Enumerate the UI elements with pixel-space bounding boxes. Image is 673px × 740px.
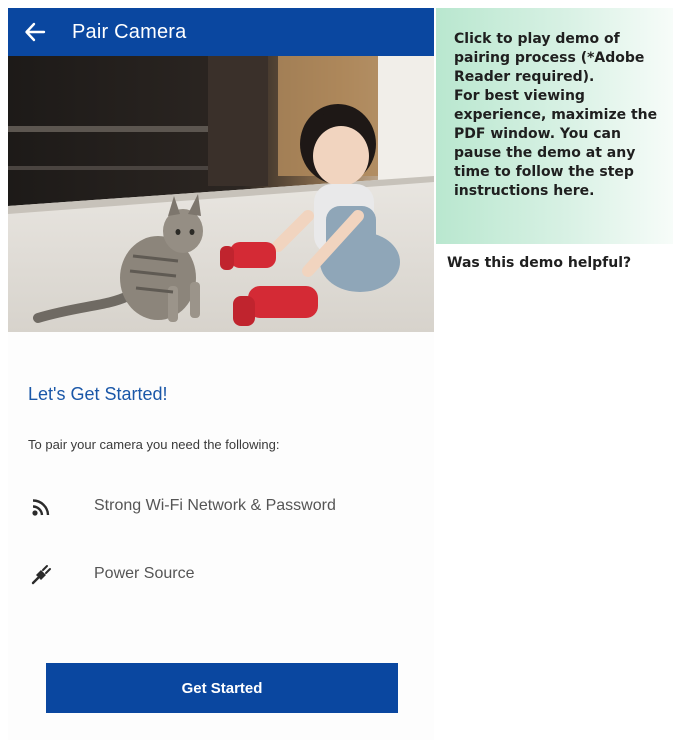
requirement-wifi: Strong Wi-Fi Network & Password bbox=[28, 492, 336, 520]
page-title: Pair Camera bbox=[72, 20, 187, 43]
section-heading: Let's Get Started! bbox=[28, 384, 168, 404]
requirement-label: Strong Wi-Fi Network & Password bbox=[94, 497, 336, 514]
requirement-label: Power Source bbox=[94, 565, 195, 582]
wifi-icon bbox=[28, 492, 56, 520]
back-button[interactable] bbox=[12, 8, 58, 56]
arrow-left-icon bbox=[25, 22, 46, 42]
demo-viewing-note: For best viewing experience, maximize th… bbox=[454, 88, 658, 199]
phone-screen: Pair Camera Let's Get Started! To pair y… bbox=[8, 8, 434, 740]
demo-play-note: Click to play demo of pairing process (*… bbox=[454, 31, 645, 85]
hero-photo bbox=[8, 56, 434, 332]
get-started-button[interactable]: Get Started bbox=[46, 663, 398, 713]
power-plug-icon bbox=[28, 560, 56, 588]
app-bar: Pair Camera bbox=[8, 8, 434, 56]
hero-photo-illustration bbox=[8, 56, 434, 332]
requirement-power: Power Source bbox=[28, 560, 195, 588]
requirements-intro: To pair your camera you need the followi… bbox=[28, 437, 280, 452]
demo-instructions-panel[interactable]: Click to play demo of pairing process (*… bbox=[436, 8, 673, 244]
feedback-question: Was this demo helpful? bbox=[447, 255, 632, 271]
